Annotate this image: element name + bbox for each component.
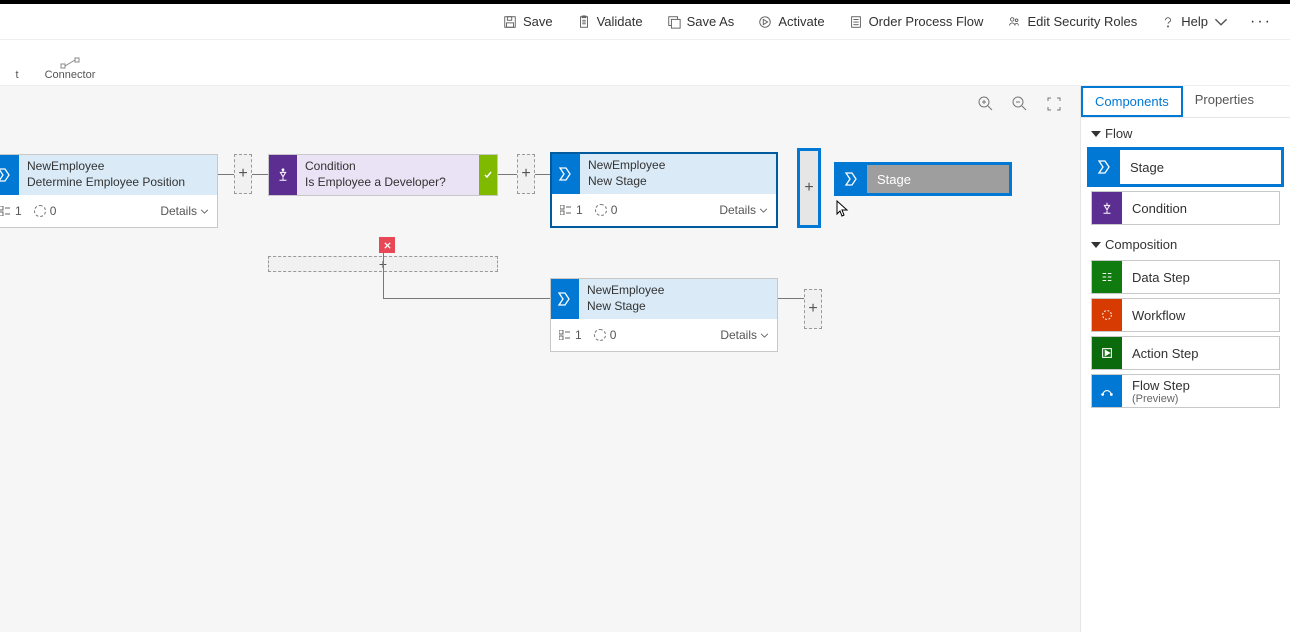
help-icon — [1161, 15, 1175, 29]
activate-label: Activate — [778, 14, 824, 29]
condition-false-icon — [379, 237, 395, 253]
stage-icon — [837, 165, 867, 193]
section-composition[interactable]: Composition — [1081, 229, 1290, 256]
save-icon — [503, 15, 517, 29]
tab-properties[interactable]: Properties — [1183, 86, 1266, 117]
stage-card[interactable]: NewEmployee New Stage 1 0 Details — [550, 152, 778, 228]
tile-stage[interactable]: Stage — [1087, 147, 1284, 187]
data-step-icon — [1092, 261, 1122, 293]
steps-count: 1 — [560, 203, 583, 217]
terms-count: 0 — [594, 328, 617, 342]
activate-button[interactable]: Activate — [748, 4, 834, 40]
save-button[interactable]: Save — [493, 4, 563, 40]
validate-button[interactable]: Validate — [567, 4, 653, 40]
panel-tabs: Components Properties — [1081, 86, 1290, 118]
fit-to-screen-icon[interactable] — [1046, 96, 1062, 112]
section-flow[interactable]: Flow — [1081, 118, 1290, 145]
cut-tool[interactable]: t — [8, 69, 26, 81]
cursor-icon — [836, 200, 850, 218]
security-icon — [1007, 15, 1021, 29]
save-as-icon — [667, 15, 681, 29]
components-panel: Components Properties Flow Stage Conditi… — [1080, 86, 1290, 632]
stage-entity: NewEmployee — [27, 159, 209, 175]
drop-zone[interactable]: + — [234, 154, 252, 194]
stage-card[interactable]: NewEmployee Determine Employee Position … — [0, 154, 218, 228]
workflow-icon — [1092, 299, 1122, 331]
drop-zone[interactable]: + — [517, 154, 535, 194]
condition-question: Is Employee a Developer? — [305, 175, 471, 191]
terms-count: 0 — [595, 203, 618, 217]
stage-title: New Stage — [587, 299, 769, 315]
zoom-in-icon[interactable] — [978, 96, 994, 112]
stage-icon — [1090, 150, 1120, 184]
connector-icon — [60, 57, 80, 69]
validate-label: Validate — [597, 14, 643, 29]
tile-condition[interactable]: Condition — [1091, 191, 1280, 225]
activate-icon — [758, 15, 772, 29]
save-as-label: Save As — [687, 14, 735, 29]
connector-line — [383, 298, 550, 299]
stage-icon — [551, 279, 579, 319]
connector-tool[interactable]: Connector — [42, 57, 98, 81]
edit-security-roles-button[interactable]: Edit Security Roles — [997, 4, 1147, 40]
tab-components[interactable]: Components — [1081, 86, 1183, 117]
collapse-icon — [1091, 242, 1101, 248]
chevron-down-icon — [1214, 15, 1228, 29]
help-button[interactable]: Help — [1151, 4, 1238, 40]
details-toggle[interactable]: Details — [719, 203, 768, 217]
save-as-button[interactable]: Save As — [657, 4, 745, 40]
steps-count: 1 — [559, 328, 582, 342]
terms-count: 0 — [34, 204, 57, 218]
save-label: Save — [523, 14, 553, 29]
details-toggle[interactable]: Details — [160, 204, 209, 218]
connector-line — [778, 298, 804, 299]
stage-icon — [0, 155, 19, 195]
drag-ghost-label: Stage — [867, 165, 1009, 193]
drag-ghost-stage: Stage — [834, 162, 1012, 196]
condition-icon — [1092, 192, 1122, 224]
help-label: Help — [1181, 14, 1208, 29]
tile-workflow[interactable]: Workflow — [1091, 298, 1280, 332]
drop-zone-active[interactable]: + — [797, 148, 821, 228]
stage-card[interactable]: NewEmployee New Stage 1 0 Details — [550, 278, 778, 352]
order-process-flow-button[interactable]: Order Process Flow — [839, 4, 994, 40]
stage-title: Determine Employee Position — [27, 175, 209, 191]
connector-line — [383, 251, 384, 298]
tile-action-step[interactable]: Action Step — [1091, 336, 1280, 370]
more-commands-button[interactable]: ··· — [1242, 13, 1280, 31]
validate-icon — [577, 15, 591, 29]
condition-label: Condition — [305, 159, 471, 175]
action-step-icon — [1092, 337, 1122, 369]
zoom-controls — [978, 96, 1062, 112]
condition-true-icon — [479, 155, 497, 195]
tile-flow-step[interactable]: Flow Step (Preview) — [1091, 374, 1280, 408]
condition-icon — [269, 155, 297, 195]
order-label: Order Process Flow — [869, 14, 984, 29]
collapse-icon — [1091, 131, 1101, 137]
security-label: Edit Security Roles — [1027, 14, 1137, 29]
main: NewEmployee Determine Employee Position … — [0, 86, 1290, 632]
stage-entity: NewEmployee — [587, 283, 769, 299]
drop-zone[interactable]: + — [804, 289, 822, 329]
canvas[interactable]: NewEmployee Determine Employee Position … — [0, 86, 1080, 632]
toolbar: t Connector — [0, 40, 1290, 86]
zoom-out-icon[interactable] — [1012, 96, 1028, 112]
stage-title: New Stage — [588, 174, 768, 190]
flow-step-icon — [1092, 375, 1122, 407]
details-toggle[interactable]: Details — [720, 328, 769, 342]
tile-data-step[interactable]: Data Step — [1091, 260, 1280, 294]
command-bar: Save Validate Save As Activate Order Pro… — [0, 4, 1290, 40]
steps-count: 1 — [0, 204, 22, 218]
order-icon — [849, 15, 863, 29]
stage-entity: NewEmployee — [588, 158, 768, 174]
condition-card[interactable]: Condition Is Employee a Developer? — [268, 154, 498, 196]
stage-icon — [552, 154, 580, 194]
